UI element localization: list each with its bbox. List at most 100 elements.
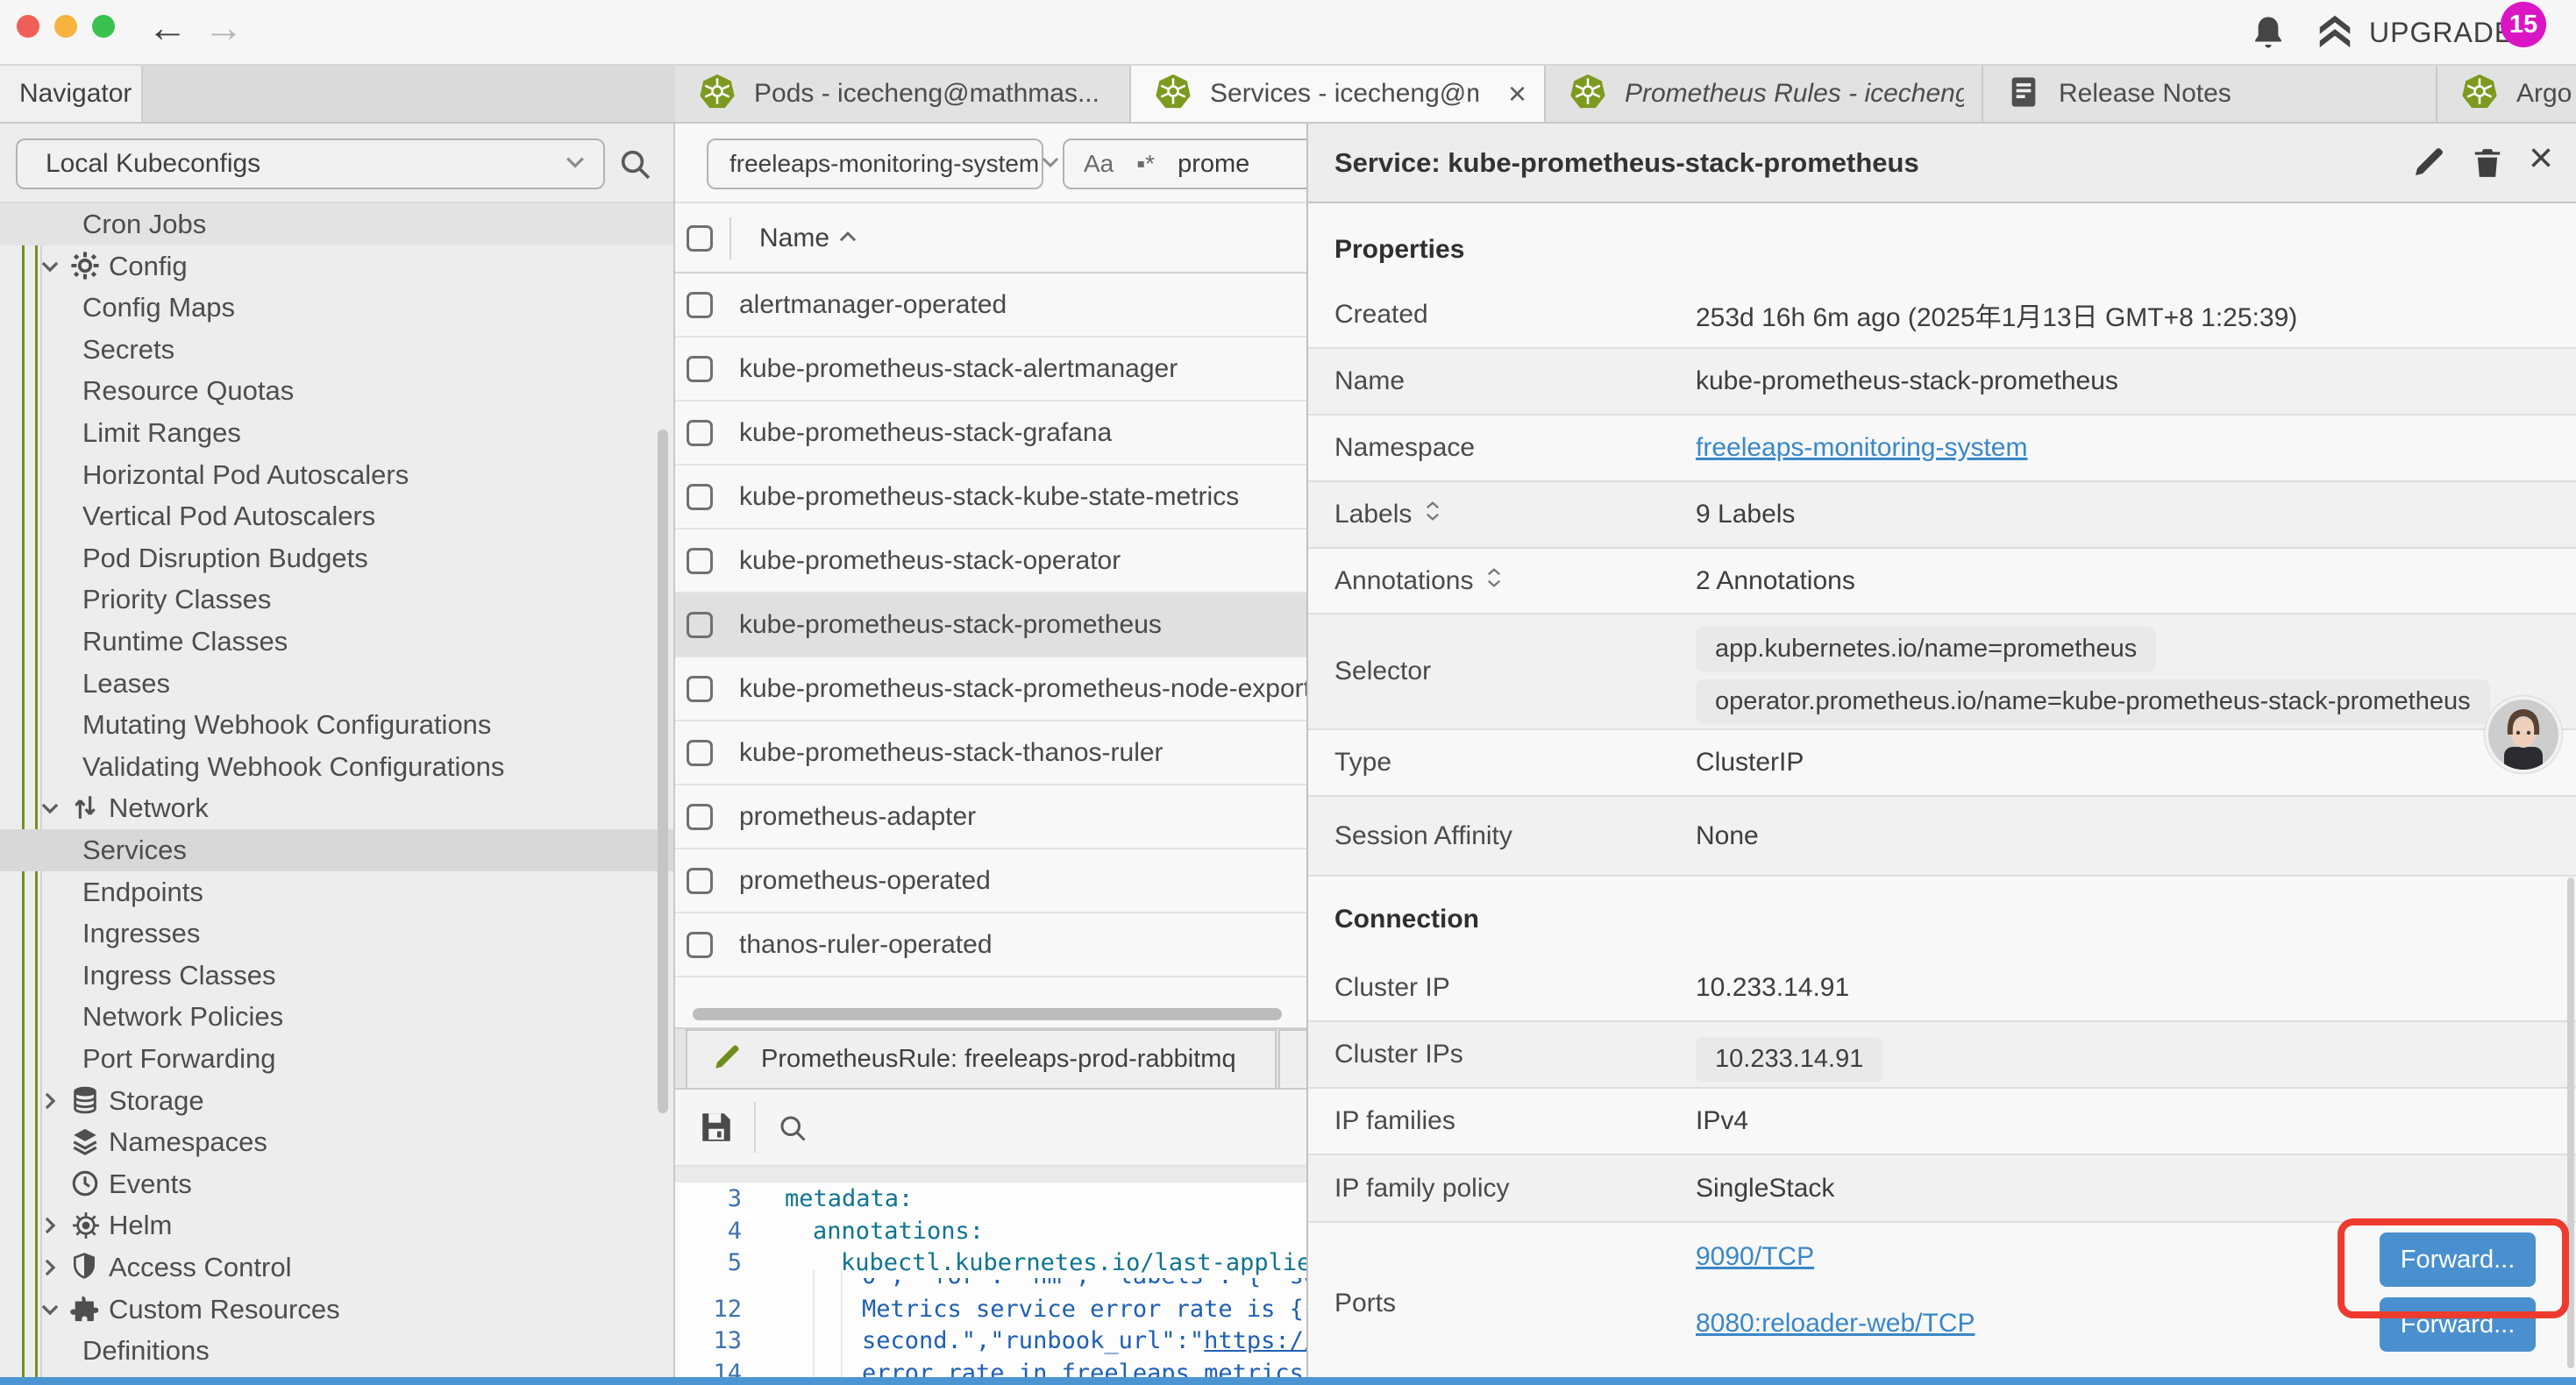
notification-count-badge[interactable]: 15 — [2501, 2, 2546, 47]
chevron-right-icon[interactable] — [39, 1090, 61, 1112]
minimize-traffic-light[interactable] — [54, 15, 77, 38]
sidebar-item-network-policies[interactable]: Network Policies — [0, 996, 673, 1038]
sort-updown-icon[interactable] — [1424, 500, 1441, 529]
row-checkbox[interactable] — [687, 420, 713, 446]
horizontal-scrollbar[interactable] — [693, 1008, 1282, 1020]
chevron-right-icon[interactable] — [39, 1256, 61, 1279]
sidebar-item-ingress-classes[interactable]: Ingress Classes — [0, 955, 673, 997]
sidebar-item-config[interactable]: Config — [0, 245, 673, 288]
row-checkbox[interactable] — [687, 484, 713, 510]
close-traffic-light[interactable] — [17, 15, 39, 38]
sidebar-item-endpoints[interactable]: Endpoints — [0, 871, 673, 913]
detail-row-type: TypeClusterIP — [1308, 730, 2576, 797]
back-button[interactable]: ← — [147, 4, 188, 51]
table-row[interactable]: kube-prometheus-stack-thanos-ruler — [675, 721, 1306, 785]
sidebar-item-priority-classes[interactable]: Priority Classes — [0, 579, 673, 621]
sidebar-item-access-control[interactable]: Access Control — [0, 1246, 673, 1289]
sort-updown-icon[interactable] — [1485, 566, 1503, 596]
chevron-right-icon[interactable] — [39, 1214, 61, 1237]
forward-button[interactable]: → — [203, 4, 244, 51]
sidebar-item-network[interactable]: Network — [0, 787, 673, 829]
namespace-link[interactable]: freeleaps-monitoring-system — [1696, 433, 2027, 463]
table-row[interactable]: kube-prometheus-stack-alertmanager — [675, 337, 1306, 401]
kubeconfig-selector[interactable]: Local Kubeconfigs — [16, 138, 605, 189]
sidebar-item-runtime-classes[interactable]: Runtime Classes — [0, 621, 673, 663]
table-row[interactable]: prometheus-operated — [675, 849, 1306, 913]
tab-prometheus-rules-icecheng[interactable]: Prometheus Rules - icecheng... — [1546, 66, 1983, 122]
row-checkbox[interactable] — [687, 804, 713, 830]
sidebar-item-port-forwarding[interactable]: Port Forwarding — [0, 1038, 673, 1080]
table-row[interactable]: thanos-ruler-operated — [675, 913, 1306, 977]
row-checkbox[interactable] — [687, 292, 713, 318]
chevron-down-icon[interactable] — [39, 1298, 61, 1321]
tab-pods-icecheng-mathmas[interactable]: Pods - icecheng@mathmas... — [675, 66, 1131, 122]
notifications-bell-icon[interactable] — [2250, 12, 2287, 57]
sidebar-item-horizontal-pod-autoscalers[interactable]: Horizontal Pod Autoscalers — [0, 454, 673, 496]
sidebar-item-storage[interactable]: Storage — [0, 1080, 673, 1122]
regex-toggle[interactable]: ▪* — [1136, 150, 1155, 178]
sidebar-item-cron-jobs[interactable]: Cron Jobs — [0, 203, 673, 245]
row-checkbox[interactable] — [687, 868, 713, 894]
tab-argo-se[interactable]: Argo Se — [2437, 66, 2576, 122]
row-checkbox[interactable] — [687, 612, 713, 638]
sidebar-item-validating-webhook-configurations[interactable]: Validating Webhook Configurations — [0, 746, 673, 788]
table-row[interactable]: kube-prometheus-stack-operator — [675, 529, 1306, 593]
table-row[interactable]: kube-prometheus-stack-prometheus — [675, 593, 1306, 657]
user-avatar[interactable] — [2483, 694, 2564, 775]
sidebar-scrollbar[interactable] — [658, 430, 668, 1113]
row-checkbox[interactable] — [687, 932, 713, 958]
chevron-down-icon[interactable] — [39, 797, 61, 820]
sidebar-item-leases[interactable]: Leases — [0, 663, 673, 705]
sidebar-item-services[interactable]: Services — [0, 829, 673, 871]
delete-trash-icon[interactable] — [2471, 145, 2504, 186]
close-icon[interactable]: × — [1496, 75, 1526, 112]
namespace-selector[interactable]: freeleaps-monitoring-system — [707, 138, 1043, 189]
sidebar-item-secrets[interactable]: Secrets — [0, 329, 673, 371]
select-all-checkbox[interactable] — [687, 225, 713, 252]
sidebar-item-helm[interactable]: Helm — [0, 1204, 673, 1246]
sidebar-search-icon[interactable] — [617, 146, 652, 186]
row-checkbox[interactable] — [687, 676, 713, 702]
tab-release-notes[interactable]: Release Notes — [1983, 66, 2437, 122]
table-row[interactable]: alertmanager-operated — [675, 273, 1306, 337]
sidebar-item-resource-quotas[interactable]: Resource Quotas — [0, 370, 673, 412]
list-filter-input[interactable]: Aa ▪* prome — [1063, 138, 1306, 189]
maximize-traffic-light[interactable] — [92, 15, 115, 38]
sidebar-item-custom-resources[interactable]: Custom Resources — [0, 1289, 673, 1331]
row-checkbox[interactable] — [687, 740, 713, 766]
sidebar-item-namespaces[interactable]: Namespaces — [0, 1121, 673, 1163]
name-column-header[interactable]: Name — [759, 224, 829, 253]
sidebar-item-events[interactable]: Events — [0, 1163, 673, 1205]
editor-tab-prometheusrule[interactable]: PrometheusRule: freeleaps-prod-rabbitmq — [686, 1029, 1277, 1088]
row-checkbox[interactable] — [687, 548, 713, 574]
sidebar-item-definitions[interactable]: Definitions — [0, 1330, 673, 1372]
row-checkbox[interactable] — [687, 356, 713, 382]
table-row[interactable]: prometheus-adapter — [675, 785, 1306, 849]
port-link[interactable]: 9090/TCP — [1696, 1242, 1814, 1272]
detail-value: 10.233.14.91 — [1696, 973, 1849, 1003]
sidebar-item-pod-disruption-budgets[interactable]: Pod Disruption Budgets — [0, 537, 673, 579]
edit-pencil-icon[interactable] — [2411, 145, 2446, 184]
match-case-toggle[interactable]: Aa — [1084, 150, 1114, 178]
selector-chip: operator.prometheus.io/name=kube-prometh… — [1696, 679, 2490, 724]
editor-url-link[interactable]: https://net — [1204, 1327, 1306, 1354]
sort-ascending-icon[interactable] — [836, 226, 859, 253]
editor-search-icon[interactable] — [777, 1112, 808, 1148]
table-row[interactable]: kube-prometheus-stack-grafana — [675, 401, 1306, 465]
yaml-editor[interactable]: 3metadata:4annotations:5kubectl.kubernet… — [675, 1183, 1306, 1385]
sidebar-item-vertical-pod-autoscalers[interactable]: Vertical Pod Autoscalers — [0, 495, 673, 537]
table-row[interactable]: kube-prometheus-stack-kube-state-metrics — [675, 465, 1306, 529]
upgrade-button[interactable]: UPGRADE — [2315, 11, 2514, 55]
sidebar-item-mutating-webhook-configurations[interactable]: Mutating Webhook Configurations — [0, 704, 673, 746]
tab-services-icecheng-math[interactable]: Services - icecheng@math...× — [1131, 66, 1546, 122]
navigator-panel-tab[interactable]: Navigator — [0, 66, 143, 122]
save-icon[interactable] — [698, 1109, 735, 1150]
table-row[interactable]: kube-prometheus-stack-prometheus-node-ex… — [675, 657, 1306, 721]
port-link[interactable]: 8080:reloader-web/TCP — [1696, 1309, 1975, 1339]
sidebar-item-limit-ranges[interactable]: Limit Ranges — [0, 412, 673, 454]
close-icon[interactable]: × — [2529, 134, 2553, 182]
sidebar-item-ingresses[interactable]: Ingresses — [0, 913, 673, 955]
chevron-down-icon[interactable] — [39, 255, 61, 278]
editor-tab-partial[interactable] — [1278, 1029, 1306, 1088]
sidebar-item-config-maps[interactable]: Config Maps — [0, 287, 673, 329]
